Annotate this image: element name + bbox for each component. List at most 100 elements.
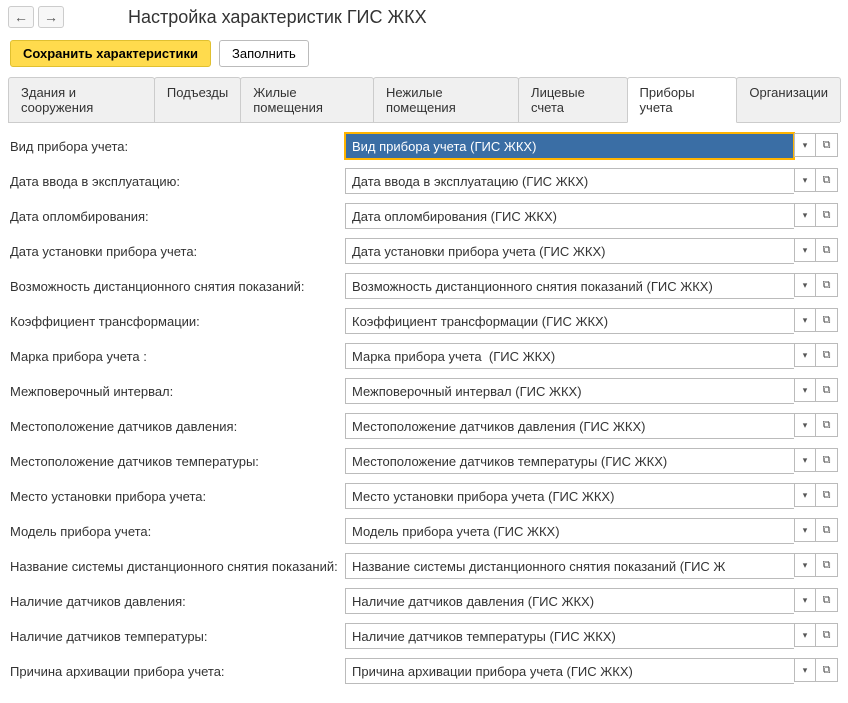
value-input[interactable] bbox=[346, 274, 794, 298]
chevron-down-icon bbox=[803, 525, 808, 536]
value-input[interactable] bbox=[346, 309, 794, 333]
open-external-button[interactable] bbox=[816, 378, 838, 402]
chevron-down-icon bbox=[803, 245, 808, 256]
form-row-10: Место установки прибора учета: bbox=[10, 483, 838, 509]
open-external-icon bbox=[823, 664, 831, 677]
value-input[interactable] bbox=[346, 624, 794, 648]
value-input[interactable] bbox=[346, 659, 794, 683]
form-row-1: Дата ввода в эксплуатацию: bbox=[10, 168, 838, 194]
dropdown-button[interactable] bbox=[794, 168, 816, 192]
field-label: Межповерочный интервал: bbox=[10, 384, 345, 399]
form-row-8: Местоположение датчиков давления: bbox=[10, 413, 838, 439]
input-group bbox=[345, 203, 838, 229]
open-external-icon bbox=[823, 174, 831, 187]
dropdown-button[interactable] bbox=[794, 588, 816, 612]
tab-0[interactable]: Здания и сооружения bbox=[8, 77, 155, 122]
open-external-button[interactable] bbox=[816, 553, 838, 577]
open-external-button[interactable] bbox=[816, 658, 838, 682]
tab-4[interactable]: Лицевые счета bbox=[518, 77, 628, 122]
form-row-14: Наличие датчиков температуры: bbox=[10, 623, 838, 649]
tab-1[interactable]: Подъезды bbox=[154, 77, 241, 122]
value-input[interactable] bbox=[346, 554, 794, 578]
dropdown-button[interactable] bbox=[794, 553, 816, 577]
field-label: Местоположение датчиков температуры: bbox=[10, 454, 345, 469]
dropdown-button[interactable] bbox=[794, 448, 816, 472]
chevron-down-icon bbox=[803, 315, 808, 326]
chevron-down-icon bbox=[803, 595, 808, 606]
page-title: Настройка характеристик ГИС ЖКХ bbox=[128, 7, 427, 28]
field-label: Дата опломбирования: bbox=[10, 209, 345, 224]
form-row-6: Марка прибора учета : bbox=[10, 343, 838, 369]
input-group bbox=[345, 413, 838, 439]
save-button[interactable]: Сохранить характеристики bbox=[10, 40, 211, 67]
open-external-button[interactable] bbox=[816, 413, 838, 437]
tab-2[interactable]: Жилые помещения bbox=[240, 77, 374, 122]
value-input[interactable] bbox=[346, 589, 794, 613]
form-row-11: Модель прибора учета: bbox=[10, 518, 838, 544]
dropdown-button[interactable] bbox=[794, 483, 816, 507]
open-external-button[interactable] bbox=[816, 308, 838, 332]
open-external-button[interactable] bbox=[816, 588, 838, 612]
open-external-button[interactable] bbox=[816, 518, 838, 542]
dropdown-button[interactable] bbox=[794, 378, 816, 402]
dropdown-button[interactable] bbox=[794, 308, 816, 332]
form-row-12: Название системы дистанционного снятия п… bbox=[10, 553, 838, 579]
value-input[interactable] bbox=[346, 519, 794, 543]
input-group bbox=[345, 168, 838, 194]
input-group bbox=[345, 518, 838, 544]
input-group bbox=[345, 623, 838, 649]
open-external-button[interactable] bbox=[816, 238, 838, 262]
open-external-icon bbox=[823, 244, 831, 257]
dropdown-button[interactable] bbox=[794, 623, 816, 647]
chevron-down-icon bbox=[803, 560, 808, 571]
dropdown-button[interactable] bbox=[794, 343, 816, 367]
open-external-button[interactable] bbox=[816, 483, 838, 507]
form: Вид прибора учета:Дата ввода в эксплуата… bbox=[0, 123, 848, 703]
tab-6[interactable]: Организации bbox=[736, 77, 841, 122]
value-input[interactable] bbox=[346, 379, 794, 403]
value-input[interactable] bbox=[346, 134, 794, 158]
dropdown-button[interactable] bbox=[794, 658, 816, 682]
value-input[interactable] bbox=[346, 344, 794, 368]
tab-5[interactable]: Приборы учета bbox=[627, 77, 738, 123]
forward-button[interactable]: → bbox=[38, 6, 64, 28]
open-external-icon bbox=[823, 384, 831, 397]
chevron-down-icon bbox=[803, 455, 808, 466]
open-external-button[interactable] bbox=[816, 343, 838, 367]
dropdown-button[interactable] bbox=[794, 203, 816, 227]
open-external-button[interactable] bbox=[816, 273, 838, 297]
tab-3[interactable]: Нежилые помещения bbox=[373, 77, 519, 122]
open-external-icon bbox=[823, 594, 831, 607]
chevron-down-icon bbox=[803, 630, 808, 641]
dropdown-button[interactable] bbox=[794, 273, 816, 297]
value-input[interactable] bbox=[346, 239, 794, 263]
value-input[interactable] bbox=[346, 204, 794, 228]
value-input[interactable] bbox=[346, 484, 794, 508]
value-input[interactable] bbox=[346, 414, 794, 438]
open-external-button[interactable] bbox=[816, 448, 838, 472]
value-input[interactable] bbox=[346, 449, 794, 473]
open-external-button[interactable] bbox=[816, 133, 838, 157]
open-external-icon bbox=[823, 454, 831, 467]
input-group bbox=[345, 238, 838, 264]
open-external-button[interactable] bbox=[816, 203, 838, 227]
input-group bbox=[345, 273, 838, 299]
dropdown-button[interactable] bbox=[794, 413, 816, 437]
open-external-button[interactable] bbox=[816, 168, 838, 192]
dropdown-button[interactable] bbox=[794, 133, 816, 157]
chevron-down-icon bbox=[803, 350, 808, 361]
open-external-icon bbox=[823, 349, 831, 362]
open-external-button[interactable] bbox=[816, 623, 838, 647]
dropdown-button[interactable] bbox=[794, 238, 816, 262]
dropdown-button[interactable] bbox=[794, 518, 816, 542]
back-button[interactable]: ← bbox=[8, 6, 34, 28]
fill-button[interactable]: Заполнить bbox=[219, 40, 309, 67]
open-external-icon bbox=[823, 489, 831, 502]
top-toolbar: ← → Настройка характеристик ГИС ЖКХ bbox=[0, 0, 848, 34]
input-group bbox=[345, 448, 838, 474]
value-input[interactable] bbox=[346, 169, 794, 193]
chevron-down-icon bbox=[803, 280, 808, 291]
field-label: Модель прибора учета: bbox=[10, 524, 345, 539]
open-external-icon bbox=[823, 279, 831, 292]
field-label: Марка прибора учета : bbox=[10, 349, 345, 364]
